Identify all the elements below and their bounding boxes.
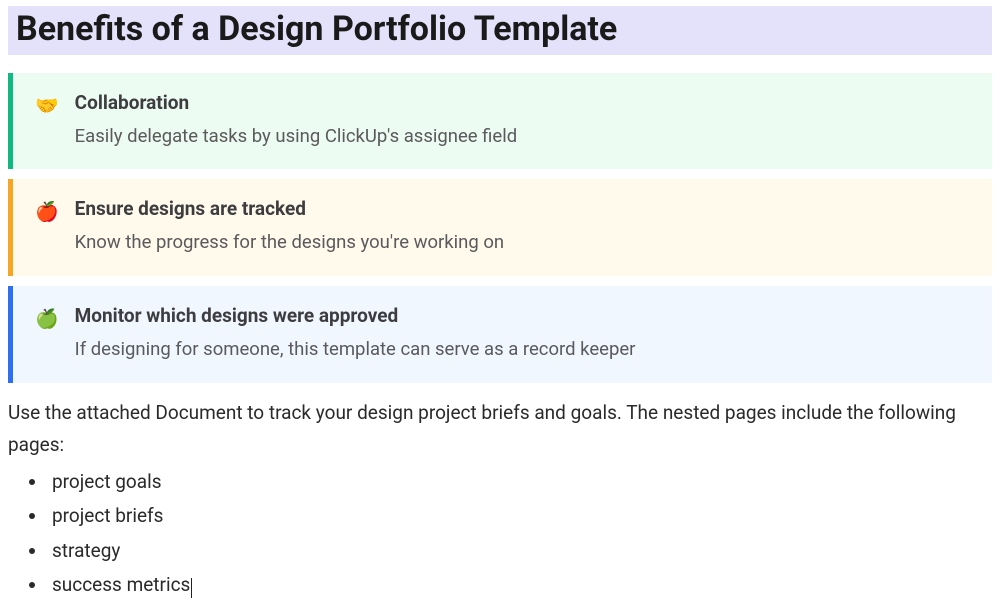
bullet-list[interactable]: project goals project briefs strategy su… (48, 468, 1000, 600)
list-item[interactable]: project briefs (48, 502, 1000, 531)
handshake-icon: 🤝 (35, 93, 59, 120)
list-item-text: success metrics (52, 573, 190, 596)
body-paragraph[interactable]: Use the attached Document to track your … (8, 397, 992, 460)
callout-monitor-approved[interactable]: 🍏 Monitor which designs were approved If… (8, 286, 992, 383)
callout-title[interactable]: Monitor which designs were approved (75, 304, 970, 327)
callout-title[interactable]: Collaboration (75, 91, 970, 114)
callout-content: Ensure designs are tracked Know the prog… (75, 197, 970, 256)
callout-content: Collaboration Easily delegate tasks by u… (75, 91, 970, 150)
page-title[interactable]: Benefits of a Design Portfolio Template (8, 6, 992, 55)
callout-collaboration[interactable]: 🤝 Collaboration Easily delegate tasks by… (8, 73, 992, 170)
list-item[interactable]: success metrics (48, 571, 1000, 600)
callout-title[interactable]: Ensure designs are tracked (75, 197, 970, 220)
red-apple-icon: 🍎 (35, 199, 59, 226)
callout-content: Monitor which designs were approved If d… (75, 304, 970, 363)
list-item[interactable]: project goals (48, 468, 1000, 497)
green-apple-icon: 🍏 (35, 306, 59, 333)
callout-desc[interactable]: Know the progress for the designs you're… (75, 230, 970, 256)
text-cursor (191, 578, 192, 598)
callout-desc[interactable]: Easily delegate tasks by using ClickUp's… (75, 124, 970, 150)
callout-ensure-tracked[interactable]: 🍎 Ensure designs are tracked Know the pr… (8, 179, 992, 276)
callout-desc[interactable]: If designing for someone, this template … (75, 337, 970, 363)
list-item[interactable]: strategy (48, 537, 1000, 566)
